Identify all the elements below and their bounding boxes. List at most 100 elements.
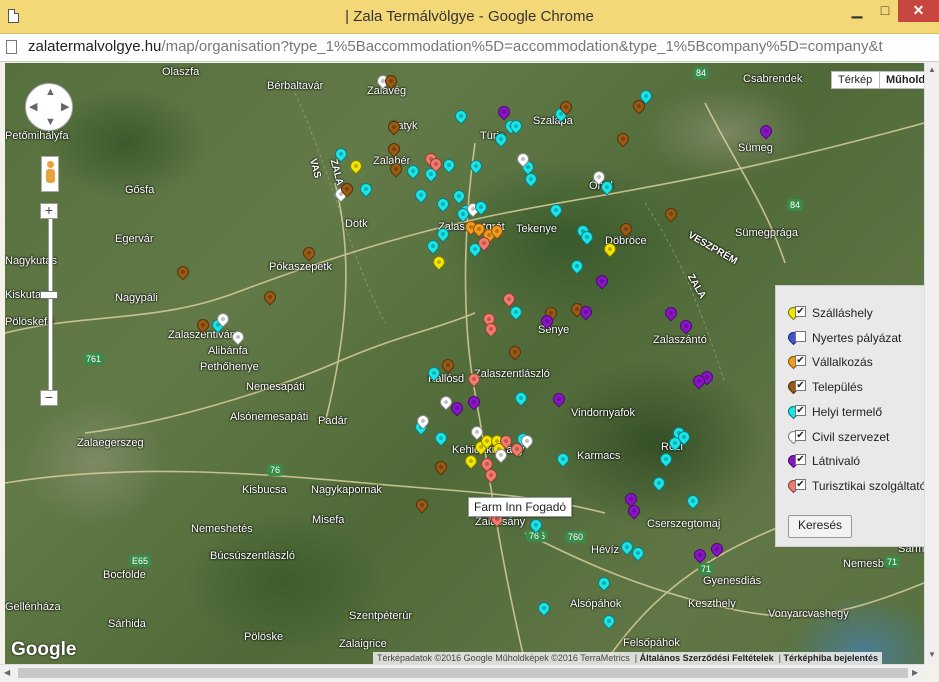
place-label: Gellénháza	[5, 601, 61, 613]
scroll-up-icon[interactable]: ▲	[928, 65, 936, 74]
road-number-label: 76	[267, 464, 284, 476]
legend-item[interactable]: ✔ Helyi termelő	[785, 403, 924, 424]
road-number-label: 761	[83, 353, 105, 365]
place-label: Nagykapornak	[311, 484, 382, 496]
legend-label: Turisztikai szolgáltató	[812, 478, 924, 493]
legend-checkbox[interactable]: ✔	[795, 404, 806, 416]
legend-panel: ✔ Szálláshely Nyertes pályázat ✔ Vállalkozás…	[775, 285, 924, 547]
road-number-label: 71	[698, 563, 715, 575]
place-label: Petőmihályfa	[5, 130, 69, 142]
road-number-label: 71	[884, 556, 901, 568]
window-titlebar: | Zala Termálvölgye - Google Chrome ▁ □ …	[0, 0, 939, 34]
place-label: Szalapa	[533, 115, 573, 127]
satellite-type-button[interactable]: Műhold	[879, 71, 924, 89]
document-icon	[6, 40, 17, 54]
legend-checkbox[interactable]: ✔	[795, 478, 806, 490]
vertical-scrollbar[interactable]: ▲ ▼	[924, 63, 939, 664]
pan-right-icon[interactable]: ▶	[61, 102, 69, 113]
legend-item[interactable]: ✔ Látnivaló	[785, 452, 924, 473]
place-label: Bérbaltavár	[267, 80, 324, 92]
url-text[interactable]: zalatermalvolgye.hu/map/organisation?typ…	[28, 38, 883, 55]
legend-label: Település	[812, 380, 863, 395]
google-logo: Google	[11, 639, 77, 660]
place-label: Búcsúszentlászló	[210, 550, 295, 562]
place-label: Alibánfa	[208, 345, 248, 357]
marker-tooltip: Farm Inn Fogadó	[468, 497, 573, 517]
url-host: zalatermalvolgye.hu	[28, 38, 162, 55]
place-label: Zalaszentlászló	[474, 368, 550, 380]
pan-left-icon[interactable]: ◀	[29, 102, 37, 113]
place-label: Pókaszepetk	[269, 261, 332, 273]
legend-item[interactable]: ✔ Civil szervezet	[785, 428, 924, 449]
zoom-slider-handle[interactable]	[40, 291, 58, 299]
legend-checkbox[interactable]: ✔	[795, 380, 806, 392]
pan-down-icon[interactable]: ▼	[45, 117, 56, 128]
legend-label: Szálláshely	[812, 306, 873, 320]
map-canvas[interactable]: Olaszfa Bérbaltavár Zalavég Csabrendek Batyk…	[5, 63, 924, 664]
legend-label: Nyertes pályázat	[812, 330, 902, 345]
road-number-label: 84	[693, 67, 710, 79]
legend-checkbox[interactable]: ✔	[795, 454, 806, 466]
legend-label: Civil szervezet	[812, 429, 890, 444]
legend-checkbox[interactable]: ✔	[795, 355, 806, 367]
map-attribution: Térképadatok ©2016 Google Műholdképek ©2…	[373, 652, 883, 664]
legend-checkbox[interactable]: ✔	[795, 429, 806, 441]
place-label: Nemesapáti	[246, 381, 305, 393]
legend-item[interactable]: ✔ Település	[785, 378, 924, 399]
attribution-data: Térképadatok ©2016 Google Műholdképek ©2…	[377, 653, 630, 663]
pan-up-icon[interactable]: ▲	[45, 87, 56, 98]
legend-item[interactable]: Nyertes pályázat	[785, 329, 924, 350]
place-label: Pölöskefő	[5, 316, 54, 328]
place-label: Keszthely	[688, 598, 736, 610]
street-view-pegman-icon[interactable]	[41, 156, 59, 192]
place-label: Sümeg	[738, 142, 773, 154]
place-label: Zalaigrice	[339, 638, 387, 650]
scroll-right-icon[interactable]: ▶	[912, 668, 918, 677]
place-label: Pölöske	[244, 631, 284, 643]
place-label: Gősfa	[125, 184, 155, 196]
place-label: Olaszfa	[162, 66, 200, 78]
place-label: Szentpéterúr	[349, 610, 412, 622]
address-bar[interactable]: zalatermalvolgye.hu/map/organisation?typ…	[0, 34, 939, 62]
place-label: Padár	[318, 415, 348, 427]
place-label: Misefa	[312, 514, 345, 526]
place-label: Csabrendek	[743, 73, 803, 85]
pan-control[interactable]: ▲ ▼ ◀ ▶	[25, 83, 73, 131]
legend-item[interactable]: ✔ Szálláshely	[785, 304, 924, 325]
scroll-down-icon[interactable]: ▼	[928, 650, 936, 659]
zoom-out-button[interactable]: −	[40, 390, 58, 406]
legend-label: Vállalkozás	[812, 355, 873, 370]
place-label: Hévíz	[591, 544, 620, 556]
zoom-track[interactable]	[48, 218, 53, 398]
legend-checkbox[interactable]: ✔	[795, 306, 806, 317]
place-label: Tekenye	[516, 223, 557, 235]
place-label: Nemeshetés	[191, 523, 253, 535]
place-label: Kisbucsa	[242, 484, 287, 496]
legend-item[interactable]: ✔ Turisztikai szolgáltató	[785, 477, 924, 498]
place-label: Zalaszántó	[653, 334, 707, 346]
place-label: Zalavég	[367, 85, 407, 97]
place-label: Vindornyafok	[571, 407, 636, 419]
scroll-left-icon[interactable]: ◀	[4, 668, 10, 677]
map-type-button[interactable]: Térkép	[831, 71, 880, 89]
horizontal-scrollbar[interactable]: ◀ ▶	[0, 664, 924, 682]
minimize-button[interactable]: ▁	[842, 0, 872, 22]
terms-link[interactable]: Általános Szerződési Feltételek	[640, 653, 774, 663]
place-label: Gyenesdiás	[703, 575, 762, 587]
close-button[interactable]: ✕	[898, 0, 939, 22]
place-label: Cserszegtomaj	[647, 518, 721, 530]
place-label: Felsőpáhok	[623, 637, 680, 649]
place-label: Sárhida	[108, 618, 146, 630]
legend-item[interactable]: ✔ Vállalkozás	[785, 354, 924, 374]
place-label: Bocfölde	[103, 569, 146, 581]
place-label: Karmacs	[577, 450, 621, 462]
legend-checkbox[interactable]	[795, 330, 806, 342]
place-label: Sümegprága	[735, 227, 798, 239]
zoom-in-button[interactable]: +	[40, 203, 58, 219]
scroll-thumb[interactable]	[18, 668, 908, 678]
report-error-link[interactable]: Térképhiba bejelentés	[783, 653, 878, 663]
maximize-button[interactable]: □	[872, 0, 898, 22]
place-label: Vonyarcvashegy	[768, 608, 849, 620]
search-button[interactable]: Keresés	[788, 515, 852, 538]
road-number-label: 760	[565, 531, 587, 543]
